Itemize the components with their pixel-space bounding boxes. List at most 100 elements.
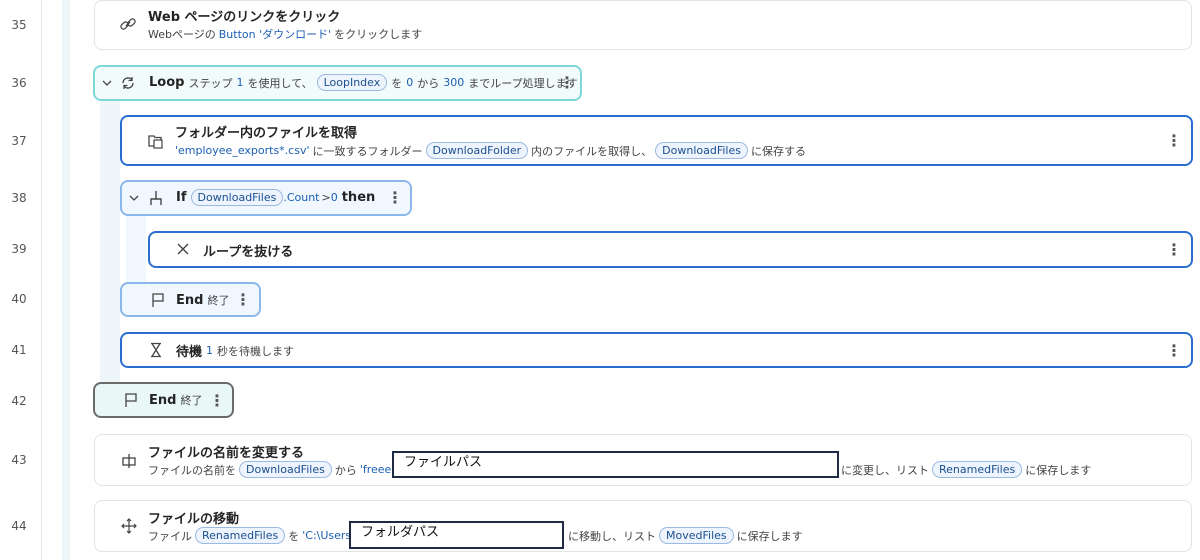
step-description: 'employee_exports*.csv' に一致するフォルダー Downl…: [175, 142, 806, 159]
end-text: 終了: [180, 394, 203, 407]
step-title: Web ページのリンクをクリック: [148, 10, 341, 25]
step-title: ループを抜ける: [203, 245, 294, 260]
link-icon: [119, 15, 137, 33]
variable-pill: DownloadFiles: [655, 142, 748, 159]
then-keyword: then: [341, 190, 376, 205]
step-title: フォルダー内のファイルを取得: [175, 126, 358, 141]
desc-text: から: [334, 463, 357, 477]
desc-literal: 'freee: [359, 463, 392, 476]
desc-literal: Button 'ダウンロード': [218, 28, 332, 41]
step-value: 1: [236, 76, 244, 89]
step-description: ファイルの名前を DownloadFiles から 'freee: [148, 461, 391, 478]
more-options-icon[interactable]: ⋮: [235, 292, 251, 308]
desc-text: に変更し、リスト: [841, 463, 929, 477]
loop-icon: [119, 74, 137, 92]
desc-text: から: [417, 76, 440, 90]
end-keyword: End: [149, 392, 177, 408]
desc-text: ステップ: [188, 76, 233, 90]
close-icon: [175, 241, 191, 257]
step-get-files-in-folder[interactable]: フォルダー内のファイルを取得 'employee_exports*.csv' に…: [120, 115, 1193, 166]
desc-text: をクリックします: [334, 28, 423, 41]
step-title: ファイルの移動: [148, 512, 240, 527]
line-number: 43: [11, 453, 27, 467]
branch-icon: [147, 189, 165, 207]
chevron-down-icon[interactable]: [100, 76, 114, 90]
desc-text: 秒を待機します: [217, 344, 295, 358]
line-number-gutter: 35 36 37 38 39 40 41 42 43 44: [0, 0, 42, 560]
step-if[interactable]: If DownloadFiles .Count > 0 then ⋮: [120, 180, 412, 216]
desc-text: ファイル: [148, 529, 192, 543]
compare-value: 0: [330, 191, 338, 204]
chevron-down-icon[interactable]: [127, 191, 141, 205]
step-exit-loop[interactable]: ループを抜ける ⋮: [148, 231, 1193, 268]
loop-summary: Loop ステップ 1 を使用して、 LoopIndex を 0 から 300 …: [149, 74, 578, 91]
loop-keyword: Loop: [149, 75, 185, 90]
operator-text: >: [321, 191, 331, 204]
loop-body-rail: [100, 100, 120, 382]
more-options-icon[interactable]: ⋮: [209, 393, 225, 409]
step-description: ファイル RenamedFiles を 'C:\Users: [148, 527, 351, 544]
more-options-icon[interactable]: ⋮: [1166, 343, 1182, 359]
desc-text: を: [391, 76, 403, 90]
more-options-icon[interactable]: ⋮: [1166, 242, 1182, 258]
hourglass-icon: [147, 341, 165, 359]
move-icon: [120, 517, 138, 535]
more-options-icon[interactable]: ⋮: [1166, 133, 1182, 149]
variable-pill: MovedFiles: [659, 527, 734, 544]
desc-text: に移動し、リスト: [568, 529, 656, 543]
if-condition: If DownloadFiles .Count > 0 then: [176, 189, 375, 206]
nesting-rail: [62, 0, 70, 560]
step-description-tail: に移動し、リスト MovedFiles に保存します: [568, 527, 803, 544]
variable-pill: DownloadFiles: [190, 189, 284, 206]
to-value: 300: [443, 76, 465, 89]
line-number: 41: [11, 343, 27, 357]
end-keyword: End: [176, 292, 204, 308]
step-description-tail: に変更し、リスト RenamedFiles に保存します: [841, 461, 1091, 478]
desc-text: Webページの: [148, 28, 216, 41]
from-value: 0: [406, 76, 414, 89]
desc-text: に保存する: [751, 144, 806, 158]
variable-pill: DownloadFiles: [239, 461, 332, 478]
line-number: 36: [11, 76, 27, 90]
more-options-icon[interactable]: ⋮: [387, 190, 403, 206]
wait-value: 1: [206, 344, 214, 357]
step-click-web-link[interactable]: Web ページのリンクをクリック Webページの Button 'ダウンロード'…: [94, 0, 1192, 50]
desc-text: 内のファイルを取得し、: [531, 144, 653, 158]
end-label: End 終了: [149, 392, 202, 408]
property-text: .Count: [283, 191, 320, 204]
line-number: 44: [11, 519, 27, 533]
variable-pill: DownloadFolder: [425, 142, 529, 159]
step-end-if[interactable]: End 終了 ⋮: [120, 282, 261, 317]
end-label: End 終了: [176, 292, 229, 308]
step-move-files[interactable]: ファイルの移動 ファイル RenamedFiles を 'C:\Users に移…: [94, 500, 1192, 552]
flag-icon: [149, 291, 167, 309]
folder-files-icon: [147, 132, 165, 150]
desc-text: に保存します: [1025, 463, 1092, 477]
variable-pill: RenamedFiles: [195, 527, 286, 544]
flag-icon: [122, 391, 140, 409]
line-number: 39: [11, 242, 27, 256]
variable-pill: LoopIndex: [316, 74, 388, 91]
desc-text: ファイルの名前を: [148, 463, 236, 477]
wait-summary: 待機 1 秒を待機します: [176, 341, 294, 360]
desc-text: を: [288, 529, 300, 543]
more-options-icon[interactable]: ⋮: [559, 75, 575, 91]
desc-literal: 'C:\Users: [302, 529, 352, 542]
line-number: 37: [11, 134, 27, 148]
step-title: ファイルの名前を変更する: [148, 446, 305, 461]
if-keyword: If: [176, 190, 187, 205]
file-path-overlay-label: ファイルパス: [392, 451, 839, 478]
desc-text: に一致するフォルダー: [312, 144, 423, 158]
step-loop[interactable]: Loop ステップ 1 を使用して、 LoopIndex を 0 から 300 …: [93, 65, 582, 101]
variable-pill: RenamedFiles: [932, 461, 1023, 478]
desc-literal: 'employee_exports*.csv': [175, 144, 310, 157]
step-wait[interactable]: 待機 1 秒を待機します ⋮: [120, 332, 1193, 368]
rename-icon: [120, 452, 138, 470]
line-number: 42: [11, 394, 27, 408]
wait-keyword: 待機: [176, 345, 203, 360]
step-description: Webページの Button 'ダウンロード' をクリックします: [148, 26, 422, 42]
folder-path-overlay-label: フォルダパス: [349, 521, 564, 549]
line-number: 40: [11, 292, 27, 306]
step-end-loop[interactable]: End 終了 ⋮: [93, 382, 234, 418]
line-number: 38: [11, 191, 27, 205]
